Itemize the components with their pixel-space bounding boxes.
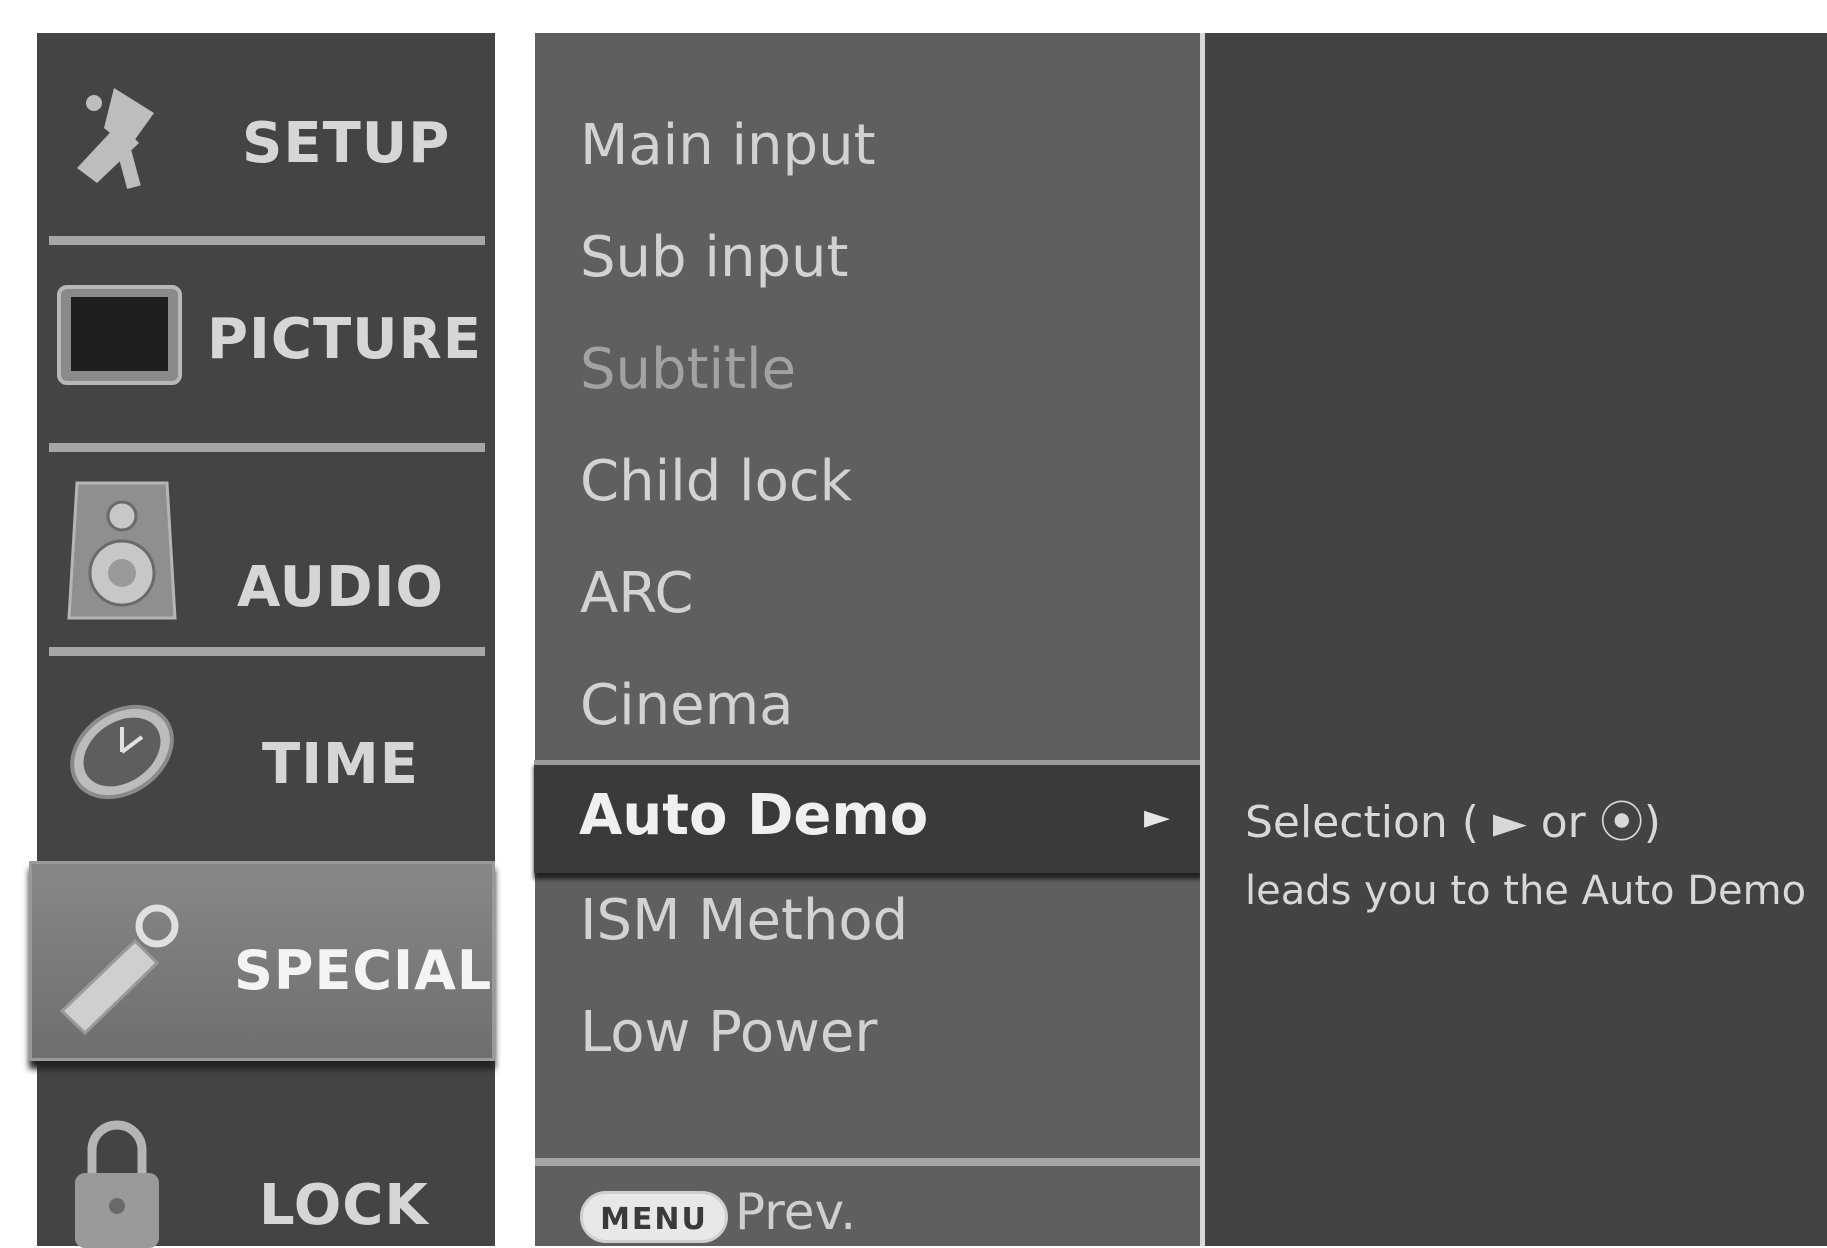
- category-audio[interactable]: AUDIO: [37, 453, 495, 653]
- category-label: AUDIO: [237, 555, 445, 620]
- menu-divider: [535, 1158, 1200, 1166]
- category-label: SPECIAL: [234, 939, 493, 1002]
- category-special[interactable]: SPECIAL: [29, 861, 495, 1061]
- clock-icon: [70, 704, 174, 800]
- category-lock[interactable]: LOCK: [37, 1063, 495, 1248]
- category-menu: SETUP PICTURE AUDIO TIME SPECIAL LOCK: [29, 33, 495, 1248]
- padlock-icon: [75, 1120, 159, 1248]
- submenu-arrow-icon: ►: [1144, 797, 1171, 837]
- category-picture[interactable]: PICTURE: [37, 245, 495, 445]
- option-auto-demo[interactable]: Auto Demo ►: [534, 760, 1202, 873]
- options-panel: Main input Sub input Subtitle Child lock…: [534, 33, 1202, 1246]
- description-panel: Selection ( ► or ⦿) leads you to the Aut…: [1205, 33, 1827, 1246]
- menu-divider: [49, 236, 485, 245]
- option-child-lock[interactable]: Child lock: [580, 449, 852, 514]
- option-label: Auto Demo: [579, 783, 929, 848]
- description-line: Selection ( ► or ⦿): [1245, 797, 1661, 848]
- speaker-icon: [67, 481, 177, 620]
- option-low-power[interactable]: Low Power: [580, 1000, 877, 1065]
- category-time[interactable]: TIME: [37, 657, 495, 857]
- menu-divider: [49, 647, 485, 656]
- category-setup[interactable]: SETUP: [37, 33, 495, 233]
- option-ism-method[interactable]: ISM Method: [580, 888, 908, 953]
- option-cinema[interactable]: Cinema: [580, 673, 793, 738]
- description-line: leads you to the Auto Demo: [1245, 868, 1807, 914]
- menu-divider: [49, 443, 485, 452]
- category-label: PICTURE: [207, 307, 483, 372]
- option-arc[interactable]: ARC: [580, 561, 694, 626]
- prev-label: Prev.: [735, 1183, 857, 1241]
- option-sub-input[interactable]: Sub input: [580, 225, 848, 290]
- category-label: TIME: [262, 732, 420, 797]
- option-subtitle: Subtitle: [580, 337, 797, 402]
- tv-screen-icon: [57, 285, 182, 385]
- category-label: LOCK: [259, 1173, 429, 1238]
- category-label: SETUP: [242, 111, 451, 176]
- option-main-input[interactable]: Main input: [580, 113, 876, 178]
- menu-button[interactable]: MENU: [580, 1191, 728, 1243]
- tag-icon: [59, 904, 179, 1036]
- satellite-icon: [77, 88, 154, 190]
